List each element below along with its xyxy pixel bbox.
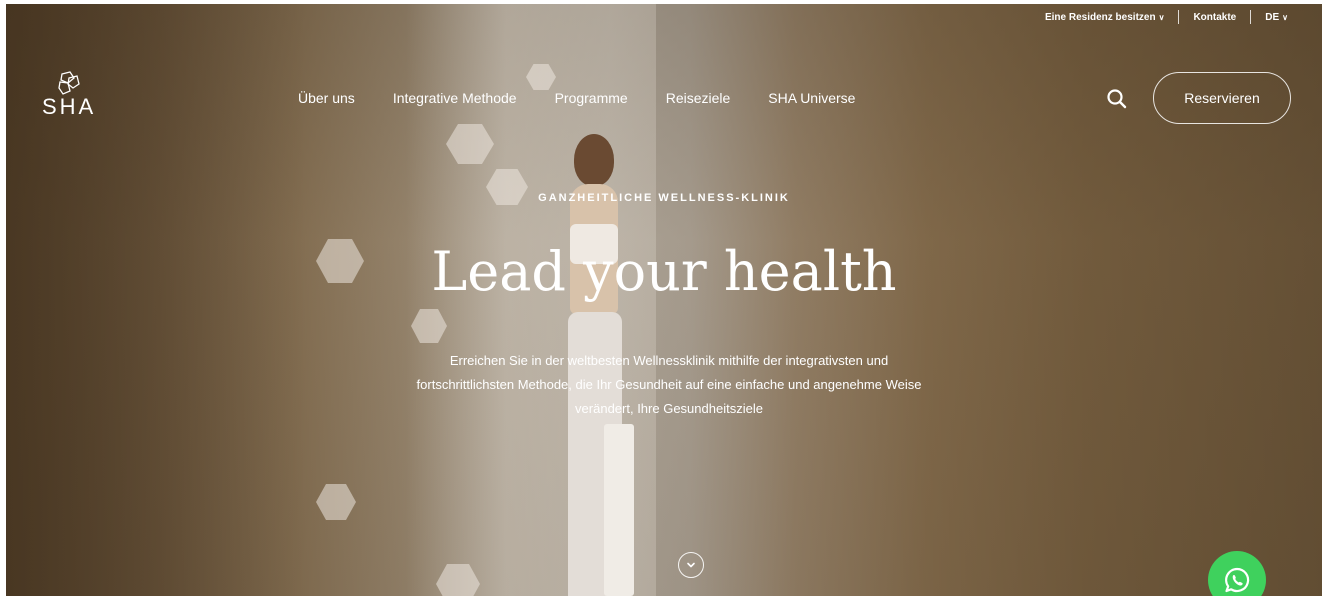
chevron-down-icon: ∨ xyxy=(1282,12,1288,22)
hero-section: Eine Residenz besitzen ∨ Kontakte DE ∨ SHA… xyxy=(6,4,1322,596)
nav-item-programs[interactable]: Programme xyxy=(555,90,628,106)
hero-description-line: Erreichen Sie in der weltbesten Wellness… xyxy=(449,353,889,368)
divider xyxy=(1250,10,1252,24)
logo-mark-icon xyxy=(58,71,80,95)
brand-name: SHA xyxy=(42,94,97,119)
search-icon[interactable] xyxy=(1106,88,1128,110)
main-nav: Über uns Integrative Methode Programme R… xyxy=(298,90,855,106)
hero-eyebrow: GANZHEITLICHE WELLNESS-KLINIK xyxy=(538,192,790,204)
hero-description-line: verändert, Ihre Gesundheitsziele xyxy=(575,401,763,416)
whatsapp-icon xyxy=(1225,567,1250,593)
reserve-button[interactable]: Reservieren xyxy=(1153,72,1291,124)
nav-item-about[interactable]: Über uns xyxy=(298,90,355,106)
chevron-down-icon: ∨ xyxy=(1158,12,1165,22)
nav-item-method[interactable]: Integrative Methode xyxy=(393,90,517,106)
scroll-down-button[interactable] xyxy=(678,552,704,578)
chevron-down-icon xyxy=(687,562,695,568)
whatsapp-button[interactable] xyxy=(1208,551,1266,596)
hero-title: Lead your health xyxy=(431,240,897,303)
residence-link[interactable]: Eine Residenz besitzen ∨ xyxy=(1045,12,1164,23)
hero-description: Erreichen Sie in der weltbesten Wellness… xyxy=(324,349,1014,421)
brand-logo[interactable]: SHA xyxy=(42,70,96,120)
contacts-link[interactable]: Kontakte xyxy=(1193,12,1236,23)
language-select[interactable]: DE ∨ xyxy=(1265,12,1288,23)
nav-item-universe[interactable]: SHA Universe xyxy=(768,90,855,106)
utility-nav: Eine Residenz besitzen ∨ Kontakte DE ∨ xyxy=(1045,10,1288,24)
nav-item-destinations[interactable]: Reiseziele xyxy=(666,90,731,106)
divider xyxy=(1178,10,1180,24)
hero-description-line: fortschrittlichsten Methode, die Ihr Ges… xyxy=(416,377,922,392)
